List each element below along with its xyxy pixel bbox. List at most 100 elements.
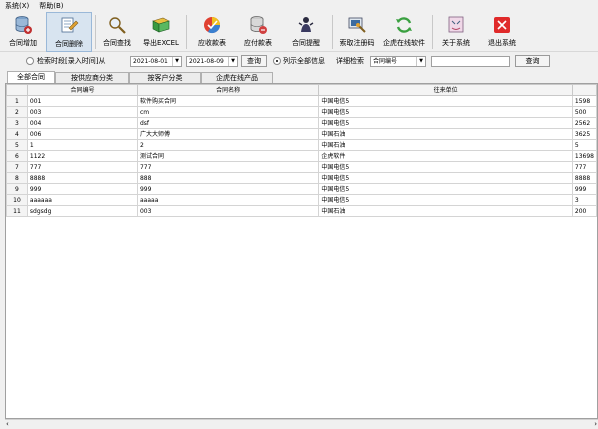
keyword-input[interactable] (431, 56, 510, 67)
table-row[interactable]: 2 003 cm 中国电信5 500 (6, 106, 597, 118)
row-number[interactable]: 1 (6, 95, 28, 107)
row-number[interactable]: 10 (6, 194, 28, 206)
table-row[interactable]: 11 sdgsdg 003 中国石油 200 (6, 205, 597, 217)
cell-contract-name[interactable]: 2 (136, 139, 320, 151)
date-to-picker[interactable]: 2021-08-09 ▼ (186, 56, 238, 67)
date-range-radio[interactable] (26, 57, 34, 65)
search-field-value: 合同编号 (373, 58, 398, 65)
table-row[interactable]: 5 1 2 中国石油 5 (6, 139, 597, 151)
cell-contract-no[interactable]: 004 (26, 117, 138, 129)
cell-amount[interactable]: 3625 (571, 128, 597, 140)
cell-counterparty[interactable]: 中国电信5 (318, 106, 573, 118)
cell-amount[interactable]: 500 (571, 106, 597, 118)
detail-query-button[interactable]: 查询 (515, 55, 550, 67)
cell-contract-no[interactable]: 001 (26, 95, 138, 107)
contract-reminder-button[interactable]: 合同提醒 (286, 12, 326, 52)
table-row[interactable]: 4 006 广大大师傅 中国石油 3625 (6, 128, 597, 140)
tab-by-supplier[interactable]: 按供应商分类 (55, 72, 129, 83)
row-number[interactable]: 6 (6, 150, 28, 162)
find-contract-button[interactable]: 合同查找 (97, 12, 137, 52)
cell-amount[interactable]: 2562 (571, 117, 597, 129)
row-number[interactable]: 5 (6, 139, 28, 151)
get-register-code-button[interactable]: 索取注册码 (336, 12, 378, 52)
cell-counterparty[interactable]: 中国石油 (318, 128, 573, 140)
table-row[interactable]: 9 999 999 中国电信5 999 (6, 183, 597, 195)
cell-counterparty[interactable]: 中国电信5 (318, 95, 573, 107)
cell-contract-name[interactable]: 软件购买合同 (136, 95, 320, 107)
cell-amount[interactable]: 13698 (571, 150, 597, 162)
row-number[interactable]: 9 (6, 183, 28, 195)
cell-contract-no[interactable]: sdgsdg (26, 205, 138, 217)
cell-contract-name[interactable]: 广大大师傅 (136, 128, 320, 140)
cell-contract-name[interactable]: dsf (136, 117, 320, 129)
table-row[interactable]: 7 777 777 中国电信5 777 (6, 161, 597, 173)
cell-contract-name[interactable]: 777 (136, 161, 320, 173)
date-query-button[interactable]: 查询 (241, 55, 267, 67)
column-header-amount[interactable] (571, 84, 597, 96)
export-excel-button[interactable]: 导出EXCEL (140, 12, 182, 52)
cell-amount[interactable]: 999 (571, 183, 597, 195)
cell-contract-no[interactable]: 1122 (26, 150, 138, 162)
table-row[interactable]: 10 aaaaaa aaaaa 中国电信5 3 (6, 194, 597, 206)
date-from-picker[interactable]: 2021-08-01 ▼ (130, 56, 182, 67)
exit-system-button[interactable]: 退出系统 (482, 12, 522, 52)
cell-contract-name[interactable]: 888 (136, 172, 320, 184)
delete-contract-button[interactable]: 合同删除 (46, 12, 92, 52)
about-system-button[interactable]: 关于系统 (436, 12, 476, 52)
column-header-contract-name[interactable]: 合同名称 (136, 84, 320, 96)
column-header-counterparty[interactable]: 往来单位 (318, 84, 573, 96)
horizontal-scrollbar[interactable]: ‹ › (5, 419, 598, 428)
cell-counterparty[interactable]: 中国电信5 (318, 172, 573, 184)
contract-grid: 合同编号 合同名称 往来单位 1 001 软件购买合同 中国电信5 1598 2 003 cm… (6, 84, 597, 217)
menu-help[interactable]: 帮助(B) (34, 0, 68, 12)
row-number[interactable]: 11 (6, 205, 28, 217)
cell-contract-name[interactable]: cm (136, 106, 320, 118)
cell-counterparty[interactable]: 中国电信5 (318, 161, 573, 173)
cell-amount[interactable]: 5 (571, 139, 597, 151)
cell-contract-no[interactable]: 999 (26, 183, 138, 195)
row-number[interactable]: 4 (6, 128, 28, 140)
cell-contract-no[interactable]: 003 (26, 106, 138, 118)
payable-button[interactable]: 应付款表 (238, 12, 278, 52)
table-row[interactable]: 8 8888 888 中国电信5 8888 (6, 172, 597, 184)
cell-counterparty[interactable]: 中国石油 (318, 139, 573, 151)
table-row[interactable]: 1 001 软件购买合同 中国电信5 1598 (6, 95, 597, 107)
cell-contract-name[interactable]: 999 (136, 183, 320, 195)
receivable-button[interactable]: 应收款表 (192, 12, 232, 52)
cell-contract-no[interactable]: 006 (26, 128, 138, 140)
cell-counterparty[interactable]: 企虎软件 (318, 150, 573, 162)
cell-contract-name[interactable]: 003 (136, 205, 320, 217)
cell-contract-name[interactable]: aaaaa (136, 194, 320, 206)
table-row[interactable]: 3 004 dsf 中国电信5 2562 (6, 117, 597, 129)
cell-contract-name[interactable]: 测试合同 (136, 150, 320, 162)
get-register-code-label: 索取注册码 (339, 39, 375, 47)
cell-amount[interactable]: 3 (571, 194, 597, 206)
contract-table: 合同编号 合同名称 往来单位 1 001 软件购买合同 中国电信5 1598 2 003 cm… (5, 83, 598, 419)
row-number[interactable]: 2 (6, 106, 28, 118)
cell-counterparty[interactable]: 中国电信5 (318, 117, 573, 129)
cell-amount[interactable]: 8888 (571, 172, 597, 184)
add-contract-button[interactable]: 合同增加 (3, 12, 43, 52)
tab-by-customer[interactable]: 按客户分类 (129, 72, 201, 83)
cell-contract-no[interactable]: 1 (26, 139, 138, 151)
row-number[interactable]: 7 (6, 161, 28, 173)
cell-contract-no[interactable]: 8888 (26, 172, 138, 184)
column-header-contract-no[interactable]: 合同编号 (26, 84, 138, 96)
show-all-radio[interactable] (273, 57, 281, 65)
tab-online-products[interactable]: 企虎在线产品 (201, 72, 273, 83)
tab-all-contracts[interactable]: 全部合同 (7, 71, 55, 83)
cell-counterparty[interactable]: 中国电信5 (318, 183, 573, 195)
cell-counterparty[interactable]: 中国石油 (318, 205, 573, 217)
cell-amount[interactable]: 200 (571, 205, 597, 217)
cell-amount[interactable]: 777 (571, 161, 597, 173)
row-number[interactable]: 8 (6, 172, 28, 184)
row-number[interactable]: 3 (6, 117, 28, 129)
table-row[interactable]: 6 1122 测试合同 企虎软件 13698 (6, 150, 597, 162)
online-software-button[interactable]: 企虎在线软件 (380, 12, 428, 52)
cell-contract-no[interactable]: aaaaaa (26, 194, 138, 206)
cell-counterparty[interactable]: 中国电信5 (318, 194, 573, 206)
menu-system[interactable]: 系统(X) (0, 0, 34, 12)
cell-contract-no[interactable]: 777 (26, 161, 138, 173)
cell-amount[interactable]: 1598 (571, 95, 597, 107)
search-field-select[interactable]: 合同编号 ▼ (370, 56, 426, 67)
